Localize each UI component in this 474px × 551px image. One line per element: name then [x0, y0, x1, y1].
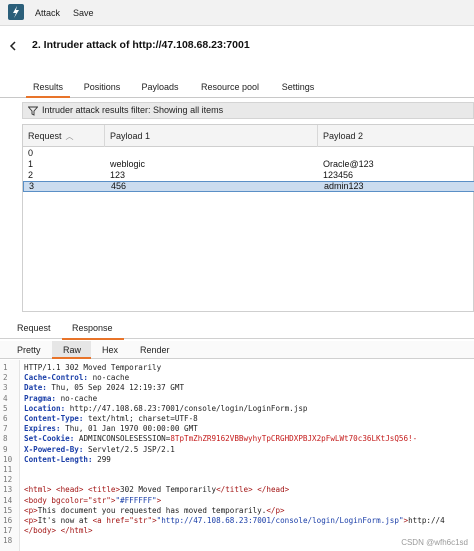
- sort-ascending-icon: ︿: [65, 132, 74, 141]
- table-row-selected[interactable]: 3 456 admin123: [23, 181, 474, 192]
- code-line: 1 HTTP/1.1 302 Moved Temporarily: [0, 363, 474, 373]
- line-number: 2: [3, 373, 8, 383]
- line-content: </body> </html>: [24, 526, 93, 536]
- line-number: 14: [3, 495, 13, 505]
- line-number: 10: [3, 454, 13, 464]
- results-filter-bar[interactable]: Intruder attack results filter: Showing …: [22, 102, 474, 119]
- line-number: 1: [3, 363, 8, 372]
- funnel-icon: [28, 106, 38, 116]
- tab-settings[interactable]: Settings: [275, 77, 321, 98]
- menu-attack[interactable]: Attack: [35, 8, 60, 18]
- code-line: 4 Pragma: no-cache: [0, 394, 474, 404]
- code-line: 7 Expires: Thu, 01 Jan 1970 00:00:00 GMT: [0, 424, 474, 434]
- tab-resource-pool[interactable]: Resource pool: [196, 77, 264, 98]
- line-content: Pragma: no-cache: [24, 393, 98, 403]
- tab-request[interactable]: Request: [17, 323, 51, 333]
- line-content: Content-Length: 299: [24, 454, 111, 464]
- attack-tabs: Results Positions Payloads Resource pool…: [0, 77, 474, 98]
- line-number: 9: [3, 444, 8, 454]
- line-number: 18: [3, 536, 13, 546]
- line-number: 5: [3, 403, 8, 413]
- view-tabs: Pretty Raw Hex Render: [0, 341, 474, 359]
- back-arrow-icon[interactable]: [6, 39, 20, 53]
- results-table: Request ︿ Payload 1 Payload 2 0 1 weblogi…: [22, 124, 474, 312]
- column-header-request[interactable]: Request ︿: [23, 125, 105, 147]
- code-line: 15 <p>This document you requested has mov…: [0, 506, 474, 516]
- line-content: HTTP/1.1 302 Moved Temporarily: [24, 363, 162, 372]
- filter-text: Intruder attack results filter: Showing …: [42, 105, 224, 115]
- column-header-payload-1[interactable]: Payload 1: [105, 125, 318, 147]
- line-content: Location: http://47.108.68.23:7001/conso…: [24, 403, 308, 413]
- code-line: 14 <body bgcolor="str">"#FFFFFF">: [0, 496, 474, 506]
- tab-raw[interactable]: Raw: [63, 345, 81, 355]
- table-header: Request ︿ Payload 1 Payload 2: [23, 125, 474, 147]
- line-number: 13: [3, 485, 13, 495]
- tab-pretty[interactable]: Pretty: [17, 345, 41, 355]
- menu-save[interactable]: Save: [73, 8, 94, 18]
- tab-results[interactable]: Results: [26, 77, 70, 98]
- code-line: 6 Content-Type: text/html; charset=UTF-8: [0, 414, 474, 424]
- line-content: Date: Thu, 05 Sep 2024 12:19:37 GMT: [24, 383, 185, 393]
- tab-payloads[interactable]: Payloads: [136, 77, 184, 98]
- window-title-bar: 2. Intruder attack of http://47.108.68.2…: [0, 27, 474, 65]
- line-number: 12: [3, 475, 13, 485]
- burp-logo-icon: [8, 4, 24, 20]
- code-line: 9 X-Powered-By: Servlet/2.5 JSP/2.1: [0, 445, 474, 455]
- code-line: 8 Set-Cookie: ADMINCONSOLESESSION=8TpTmZh…: [0, 434, 474, 444]
- line-content: X-Powered-By: Servlet/2.5 JSP/2.1: [24, 444, 175, 454]
- code-line: 16 <p>It's now at <a href="str">"http://4…: [0, 516, 474, 526]
- code-line: 12: [0, 475, 474, 485]
- line-number: 16: [3, 516, 13, 525]
- line-number: 6: [3, 414, 8, 423]
- response-editor[interactable]: 1 HTTP/1.1 302 Moved Temporarily 2 Cache-Co…: [0, 360, 474, 551]
- code-line: 10 Content-Length: 299: [0, 455, 474, 465]
- table-row[interactable]: 1 weblogic Oracle@123: [23, 159, 474, 170]
- column-header-payload-2[interactable]: Payload 2: [318, 125, 474, 147]
- message-tabs: Request Response: [0, 320, 474, 339]
- line-number: 17: [3, 526, 13, 536]
- line-content: <html> <head> <title>302 Moved Temporari…: [24, 485, 290, 495]
- line-number: 3: [3, 383, 8, 393]
- watermark: CSDN @wfh6c1sd: [401, 538, 468, 547]
- tab-hex[interactable]: Hex: [102, 345, 118, 355]
- code-line: 13 <html> <head> <title>302 Moved Tempora…: [0, 485, 474, 495]
- code-line: 5 Location: http://47.108.68.23:7001/cons…: [0, 404, 474, 414]
- raw-tab-indicator: [52, 357, 91, 359]
- menu-bar: Attack Save: [0, 0, 474, 26]
- line-content: <p>This document you requested has moved…: [24, 505, 285, 515]
- response-tab-indicator: [62, 338, 124, 340]
- line-content: Set-Cookie: ADMINCONSOLESESSION=8TpTmZhZ…: [24, 434, 418, 444]
- code-line: 11: [0, 465, 474, 475]
- line-number: 11: [3, 465, 13, 474]
- line-content: Expires: Thu, 01 Jan 1970 00:00:00 GMT: [24, 424, 198, 434]
- table-row[interactable]: 2 123 123456: [23, 170, 474, 181]
- code-line: 3 Date: Thu, 05 Sep 2024 12:19:37 GMT: [0, 383, 474, 393]
- tab-response[interactable]: Response: [72, 323, 113, 333]
- attack-title: 2. Intruder attack of http://47.108.68.2…: [32, 39, 250, 51]
- line-content: Content-Type: text/html; charset=UTF-8: [24, 414, 198, 423]
- tab-render[interactable]: Render: [140, 345, 170, 355]
- line-number: 4: [3, 393, 8, 403]
- line-content: <body bgcolor="str">"#FFFFFF">: [24, 495, 162, 505]
- table-row[interactable]: 0: [23, 148, 474, 159]
- tab-positions[interactable]: Positions: [78, 77, 126, 98]
- line-content: Cache-Control: no-cache: [24, 373, 130, 383]
- line-number: 15: [3, 505, 13, 515]
- code-line: 2 Cache-Control: no-cache: [0, 373, 474, 383]
- line-number: 7: [3, 424, 8, 434]
- line-content: <p>It's now at <a href="str">"http://47.…: [24, 516, 445, 525]
- line-number: 8: [3, 434, 8, 444]
- code-line: 17 </body> </html>: [0, 526, 474, 536]
